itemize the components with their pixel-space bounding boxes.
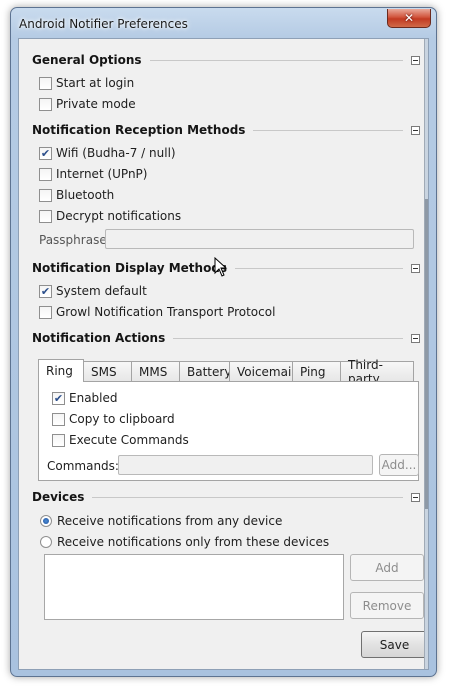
- collapse-icon[interactable]: [411, 55, 420, 65]
- commands-label: Commands:: [47, 458, 119, 474]
- divider: [173, 337, 403, 339]
- checkbox-box[interactable]: [52, 433, 65, 447]
- checkmark-icon[interactable]: ✔: [39, 146, 52, 160]
- tab-ring[interactable]: Ring: [38, 359, 84, 382]
- radio-button[interactable]: [40, 536, 52, 548]
- section-title: Notification Display Methods: [32, 261, 228, 275]
- tab-voicemail[interactable]: Voicemail: [229, 361, 295, 382]
- checkbox-label: Copy to clipboard: [69, 412, 175, 426]
- checkbox-box[interactable]: [39, 76, 52, 90]
- ring-tab-panel: ✔ Enabled Copy to clipboard Execute Comm…: [38, 381, 419, 481]
- save-button[interactable]: Save: [361, 631, 428, 658]
- system-default-checkbox[interactable]: ✔ System default: [39, 283, 147, 299]
- internet-checkbox[interactable]: Internet (UPnP): [39, 166, 147, 182]
- private-mode-checkbox[interactable]: Private mode: [39, 96, 136, 112]
- action-tabs: Ring SMS MMS Battery Voicemail Ping Thir…: [38, 358, 414, 386]
- window-title: Android Notifier Preferences: [19, 17, 188, 31]
- enabled-checkbox[interactable]: ✔ Enabled: [52, 390, 118, 406]
- tab-third-party[interactable]: Third-party: [340, 358, 414, 386]
- passphrase-label-text: Passphrase:: [39, 233, 111, 247]
- commands-label-text: Commands:: [47, 459, 119, 473]
- add-command-button[interactable]: Add...: [379, 454, 419, 476]
- checkbox-label: System default: [56, 284, 147, 298]
- general-options-header: General Options: [32, 52, 420, 68]
- start-at-login-checkbox[interactable]: Start at login: [39, 75, 134, 91]
- divider: [235, 267, 403, 269]
- collapse-icon[interactable]: [411, 125, 420, 135]
- checkbox-box[interactable]: [52, 412, 65, 426]
- checkbox-label: Enabled: [69, 391, 118, 405]
- checkbox-label: Execute Commands: [69, 433, 189, 447]
- growl-checkbox[interactable]: Growl Notification Transport Protocol: [39, 304, 275, 320]
- add-device-button[interactable]: Add: [350, 554, 424, 581]
- radio-button[interactable]: [40, 515, 52, 527]
- close-icon: ✕: [403, 11, 415, 25]
- decrypt-notifications-checkbox[interactable]: Decrypt notifications: [39, 208, 181, 224]
- radio-label: Receive notifications from any device: [57, 514, 283, 528]
- tab-ping[interactable]: Ping: [292, 361, 341, 382]
- checkbox-label: Internet (UPnP): [56, 167, 148, 181]
- window-scrollbar[interactable]: [424, 39, 428, 669]
- section-title: General Options: [32, 53, 142, 67]
- remove-device-button[interactable]: Remove: [350, 592, 424, 619]
- reception-methods-header: Notification Reception Methods: [32, 122, 420, 138]
- checkbox-box[interactable]: [39, 188, 52, 202]
- passphrase-input[interactable]: [105, 229, 414, 249]
- checkmark-icon[interactable]: ✔: [52, 391, 65, 405]
- section-title: Notification Actions: [32, 331, 166, 345]
- divider: [253, 129, 403, 131]
- checkbox-box[interactable]: [39, 209, 52, 223]
- bluetooth-checkbox[interactable]: Bluetooth: [39, 187, 114, 203]
- tab-mms[interactable]: MMS: [131, 361, 180, 382]
- divider: [149, 59, 403, 61]
- preferences-window: Android Notifier Preferences ✕ General O…: [10, 7, 437, 677]
- checkbox-label: Bluetooth: [56, 188, 115, 202]
- title-bar[interactable]: Android Notifier Preferences ✕: [11, 8, 436, 38]
- any-device-radio[interactable]: Receive notifications from any device: [40, 513, 282, 529]
- mouse-pointer-icon: [214, 257, 228, 277]
- checkbox-label: Decrypt notifications: [56, 209, 182, 223]
- device-list[interactable]: [44, 554, 344, 620]
- checkmark-icon[interactable]: ✔: [39, 284, 52, 298]
- window-content: General Options Start at login Private m…: [18, 38, 429, 670]
- devices-header: Devices: [32, 489, 420, 505]
- collapse-icon[interactable]: [411, 333, 420, 343]
- checkbox-label: Private mode: [56, 97, 136, 111]
- checkbox-label: Wifi (Budha-7 / null): [56, 146, 176, 160]
- radio-label: Receive notifications only from these de…: [57, 535, 330, 549]
- checkbox-box[interactable]: [39, 305, 52, 319]
- copy-to-clipboard-checkbox[interactable]: Copy to clipboard: [52, 411, 175, 427]
- tab-battery[interactable]: Battery: [179, 361, 231, 382]
- passphrase-label: Passphrase:: [39, 232, 111, 248]
- close-button[interactable]: ✕: [387, 9, 431, 28]
- section-title: Devices: [32, 490, 85, 504]
- section-title: Notification Reception Methods: [32, 123, 246, 137]
- only-these-devices-radio[interactable]: Receive notifications only from these de…: [40, 534, 329, 550]
- checkbox-label: Growl Notification Transport Protocol: [56, 305, 276, 319]
- execute-commands-checkbox[interactable]: Execute Commands: [52, 432, 189, 448]
- collapse-icon[interactable]: [411, 492, 420, 502]
- checkbox-label: Start at login: [56, 76, 135, 90]
- notification-actions-header: Notification Actions: [32, 330, 420, 346]
- scrollbar-thumb[interactable]: [425, 199, 428, 509]
- commands-input[interactable]: [118, 455, 373, 475]
- tab-sms[interactable]: SMS: [83, 361, 132, 382]
- wifi-checkbox[interactable]: ✔ Wifi (Budha-7 / null): [39, 145, 176, 161]
- checkbox-box[interactable]: [39, 97, 52, 111]
- divider: [92, 496, 403, 498]
- checkbox-box[interactable]: [39, 167, 52, 181]
- collapse-icon[interactable]: [411, 263, 420, 273]
